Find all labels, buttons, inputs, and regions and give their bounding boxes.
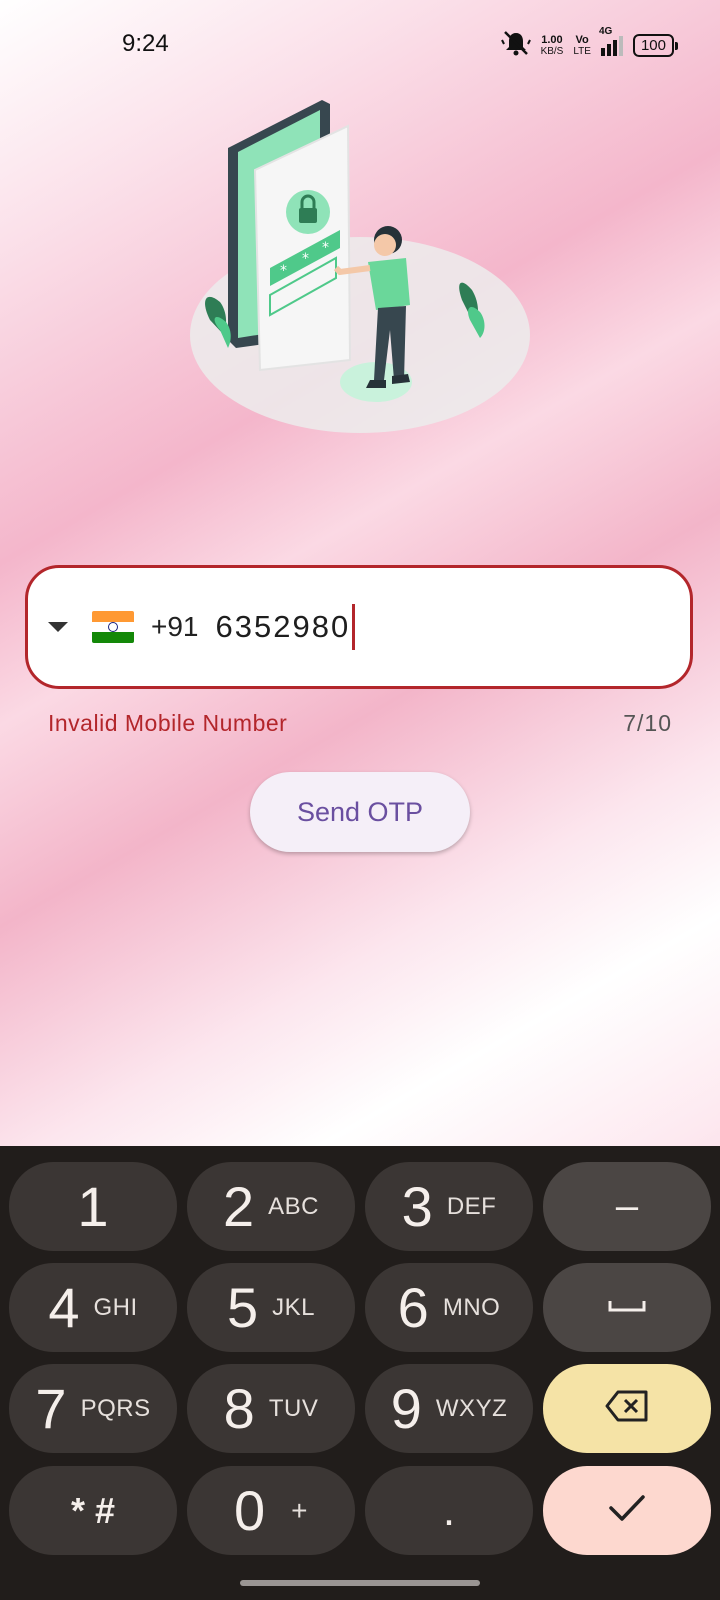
backspace-icon [604,1389,650,1428]
key-3[interactable]: 3 DEF [365,1162,533,1251]
key-4[interactable]: 4 GHI [9,1263,177,1352]
send-otp-button[interactable]: Send OTP [250,772,470,852]
check-icon [607,1493,647,1528]
key-6[interactable]: 6 MNO [365,1263,533,1352]
error-message: Invalid Mobile Number [48,710,288,736]
key-dot[interactable]: . [365,1466,533,1555]
svg-text:*: * [322,240,329,256]
key-7[interactable]: 7 PQRS [9,1364,177,1453]
status-icons: 1.00 KB/S Vo LTE 4G 100 [500,26,679,61]
numeric-keyboard: 1 2 ABC 3 DEF – 4 GHI 5 JKL 6 MNO 7 PQRS 8 TUV … [0,1146,720,1600]
svg-text:*: * [302,251,309,267]
battery-indicator: 100 [632,34,679,57]
phone-input[interactable]: 6352980 [216,609,351,645]
key-5[interactable]: 5 JKL [187,1263,355,1352]
home-indicator[interactable] [240,1580,480,1586]
key-2[interactable]: 2 ABC [187,1162,355,1251]
backspace-key[interactable] [543,1364,711,1453]
country-dropdown-icon[interactable] [48,622,68,632]
done-key[interactable] [543,1466,711,1555]
india-flag-icon[interactable] [92,611,134,643]
key-9[interactable]: 9 WXYZ [365,1364,533,1453]
key-8[interactable]: 8 TUV [187,1364,355,1453]
phone-number-field[interactable]: +91 6352980 [25,565,693,689]
key-dash[interactable]: – [543,1162,711,1251]
key-0[interactable]: 0 + [187,1466,355,1555]
key-star-hash[interactable]: * # [9,1466,177,1555]
volte-indicator: Vo LTE [573,33,591,57]
svg-text:*: * [280,263,287,279]
network-type: 4G [598,25,613,37]
space-icon [607,1295,647,1320]
key-space[interactable] [543,1263,711,1352]
dial-code[interactable]: +91 [151,611,199,643]
network-speed: 1.00 KB/S [540,33,564,57]
key-1[interactable]: 1 [9,1162,177,1251]
text-cursor [352,604,356,650]
status-time: 9:24 [122,30,169,57]
character-counter: 7/10 [623,710,672,736]
mute-icon [500,30,531,61]
security-illustration: * * * [180,90,540,450]
signal-icon: 4G [599,26,623,56]
